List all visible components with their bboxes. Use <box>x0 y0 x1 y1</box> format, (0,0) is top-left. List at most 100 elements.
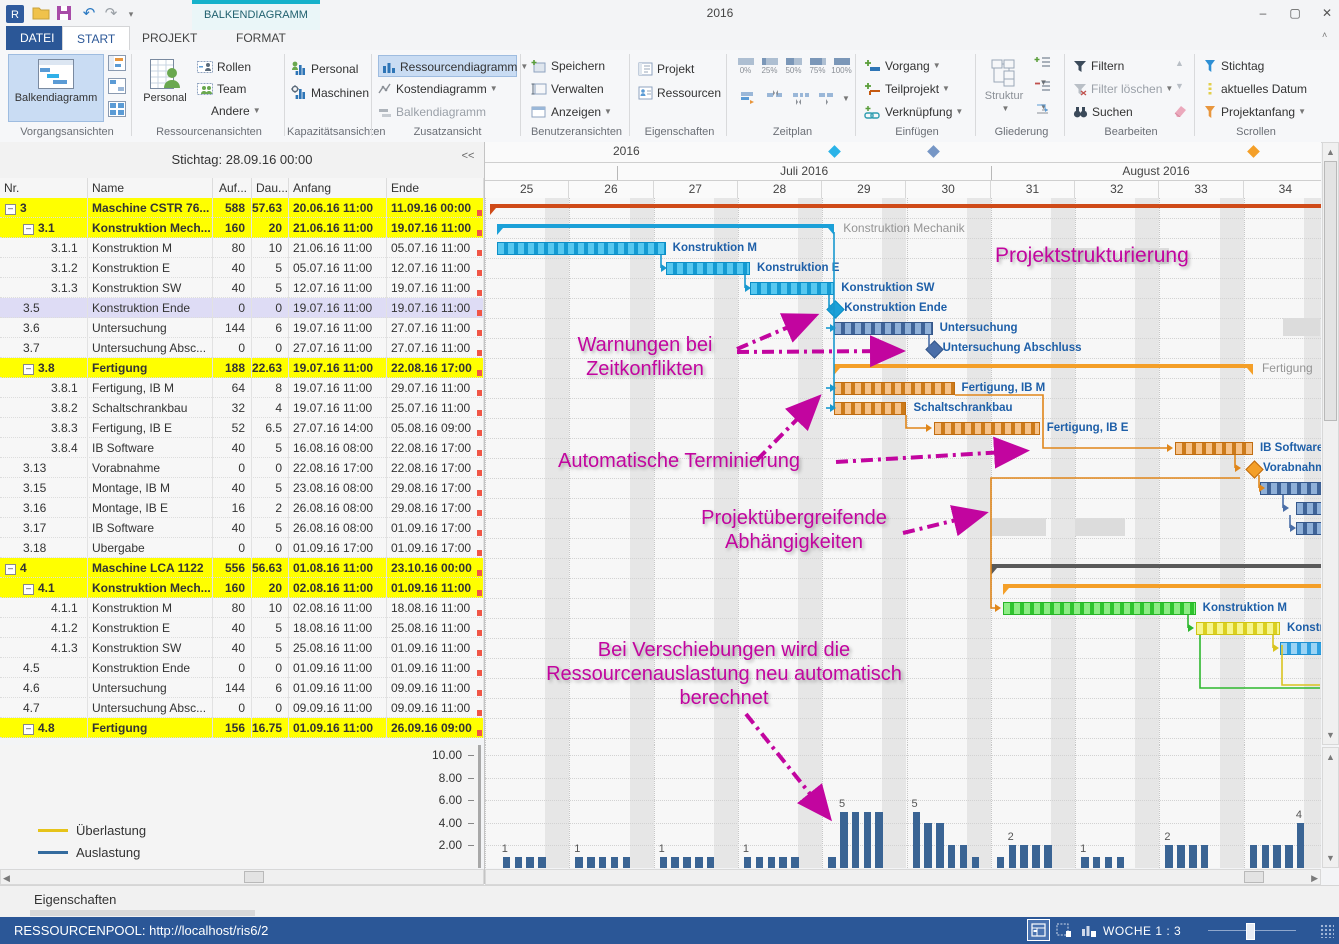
open-icon[interactable] <box>32 5 50 23</box>
split-task-2-icon[interactable] <box>763 88 787 110</box>
timeline-week-label[interactable]: 29 <box>822 181 906 198</box>
minimize-button[interactable]: – <box>1250 4 1276 22</box>
table-row[interactable]: 3.1.2Konstruktion E40505.07.16 11:0012.0… <box>0 258 484 278</box>
vscroll-thumb[interactable] <box>1324 161 1337 421</box>
split-task-3-icon[interactable] <box>789 88 813 110</box>
table-row[interactable]: 4.1.2Konstruktion E40518.08.16 11:0025.0… <box>0 618 484 638</box>
gantt-bar[interactable] <box>834 382 954 395</box>
chevron-down-icon[interactable]: ▼ <box>842 94 850 103</box>
table-row[interactable]: 3.17IB Software40526.08.16 08:0001.09.16… <box>0 518 484 538</box>
quick-access-more-icon[interactable]: ▾ <box>122 5 140 23</box>
table-row[interactable]: 3.13Vorabnahme0022.08.16 17:0022.08.16 1… <box>0 458 484 478</box>
gantt-milestone[interactable] <box>925 340 943 358</box>
collapse-box[interactable]: – <box>23 584 34 595</box>
scroll-down-icon[interactable]: ▼ <box>1326 851 1335 865</box>
gantt-bar[interactable] <box>750 282 834 295</box>
resize-grip[interactable] <box>1320 924 1334 938</box>
col-aufwand[interactable]: Auf... <box>213 178 252 198</box>
tab-projekt[interactable]: PROJEKT <box>128 26 211 50</box>
speichern-button[interactable]: Speichern <box>531 55 605 75</box>
ressourcen-button[interactable]: Ressourcen <box>638 82 721 102</box>
timeline-week-label[interactable]: 33 <box>1159 181 1243 198</box>
maschinen-kapazitaet-button[interactable]: Maschinen <box>291 82 369 102</box>
timeline-week-label[interactable]: 32 <box>1075 181 1159 198</box>
properties-tab[interactable]: Eigenschaften <box>34 892 116 907</box>
gantt-vscrollbar[interactable]: ▲ ▼ <box>1322 142 1339 745</box>
scroll-down-icon[interactable]: ▼ <box>1326 728 1335 742</box>
collapse-box[interactable]: – <box>23 364 34 375</box>
gantt-bar[interactable] <box>1196 622 1280 635</box>
gantt-bar[interactable] <box>497 242 666 255</box>
timeline-week-label[interactable]: 25 <box>485 181 569 198</box>
collapse-box[interactable]: – <box>23 724 34 735</box>
table-row[interactable]: –4.1Konstruktion Mech...1602002.08.16 11… <box>0 578 484 598</box>
ressourcendiagramm-button[interactable]: Ressourcendiagramm▼ <box>378 55 517 77</box>
table-row[interactable]: 3.16Montage, IB E16226.08.16 08:0029.08.… <box>0 498 484 518</box>
table-row[interactable]: 3.1.3Konstruktion SW40512.07.16 11:0019.… <box>0 278 484 298</box>
gantt-bar[interactable] <box>1175 442 1253 455</box>
collapse-box[interactable]: – <box>23 224 34 235</box>
filtern-button[interactable]: Filtern <box>1073 55 1124 75</box>
gantt-bar[interactable] <box>666 262 750 275</box>
gantt-bar[interactable] <box>1280 642 1321 655</box>
histogram-vscrollbar[interactable]: ▲ ▼ <box>1322 747 1339 868</box>
timeline-week-label[interactable]: 28 <box>738 181 822 198</box>
table-row[interactable]: –3.1Konstruktion Mech...1602021.06.16 11… <box>0 218 484 238</box>
flow-arrow-icon[interactable] <box>1030 102 1054 124</box>
timeline-week-label[interactable]: 34 <box>1244 181 1328 198</box>
gantt-summary-bar[interactable] <box>991 564 1321 568</box>
anzeigen-button[interactable]: Anzeigen▼ <box>531 101 612 121</box>
progress-0pct-button[interactable]: 0% <box>734 56 757 82</box>
suchen-button[interactable]: Suchen <box>1073 101 1133 121</box>
rollen-button[interactable]: Rollen <box>197 56 251 76</box>
view-mode-2-button[interactable] <box>1053 920 1074 940</box>
scroll-up-icon[interactable]: ▲ <box>1326 750 1335 764</box>
progress-25pct-button[interactable]: 25% <box>758 56 781 82</box>
eraser-icon[interactable] <box>1171 102 1187 122</box>
tab-datei[interactable]: DATEI <box>6 26 68 50</box>
table-row[interactable]: –3.8Fertigung18822.6319.07.16 11:0022.08… <box>0 358 484 378</box>
aktuelles-datum-button[interactable]: aktuelles Datum <box>1203 78 1307 98</box>
gantt-bar[interactable] <box>1296 522 1321 535</box>
table-row[interactable]: 4.1.1Konstruktion M801002.08.16 11:0018.… <box>0 598 484 618</box>
table-hscrollbar[interactable]: ◀ <box>0 869 484 885</box>
progress-100pct-button[interactable]: 100% <box>830 56 853 82</box>
balkendiagramm-view-button[interactable]: Balkendiagramm <box>8 54 104 122</box>
gantt-summary-bar[interactable] <box>497 224 834 228</box>
timeline-week-label[interactable]: 30 <box>907 181 991 198</box>
table-row[interactable]: –3Maschine CSTR 76...58857.6320.06.16 11… <box>0 198 484 218</box>
col-ende[interactable]: Ende <box>387 178 484 198</box>
table-row[interactable]: –4Maschine LCA 112255656.6301.08.16 11:0… <box>0 558 484 578</box>
table-row[interactable]: 3.7Untersuchung Absc...0027.07.16 11:002… <box>0 338 484 358</box>
projektanfang-button[interactable]: Projektanfang▼ <box>1203 101 1306 121</box>
hscroll-thumb[interactable] <box>244 871 264 883</box>
triangle-down-icon[interactable]: ▼ <box>1175 81 1184 91</box>
collapse-table-button[interactable]: << <box>458 150 478 168</box>
hscroll-thumb[interactable] <box>1244 871 1264 883</box>
kostendiagramm-button[interactable]: Kostendiagramm▼ <box>378 78 498 98</box>
table-row[interactable]: 3.6Untersuchung144619.07.16 11:0027.07.1… <box>0 318 484 338</box>
table-row[interactable]: 3.8.2Schaltschrankbau32419.07.16 11:0025… <box>0 398 484 418</box>
view-mode-3-button[interactable] <box>1078 920 1099 940</box>
gantt-summary-bar[interactable] <box>1003 584 1321 588</box>
gantt-summary-bar[interactable] <box>490 204 1321 208</box>
undo-icon[interactable]: ↶ <box>80 5 98 23</box>
table-row[interactable]: 3.8.3Fertigung, IB E526.527.07.16 14:000… <box>0 418 484 438</box>
view-mode-1-button[interactable] <box>1028 920 1049 940</box>
personal-kapazitaet-button[interactable]: Personal <box>291 58 358 78</box>
split-task-1-icon[interactable] <box>737 88 761 110</box>
personal-view-button[interactable]: Personal <box>137 54 193 122</box>
andere-button[interactable]: Andere▼ <box>211 100 261 120</box>
table-row[interactable]: 3.5Konstruktion Ende0019.07.16 11:0019.0… <box>0 298 484 318</box>
col-dauer[interactable]: Dau... <box>252 178 289 198</box>
gantt-bar[interactable] <box>1003 602 1196 615</box>
maximize-button[interactable]: ▢ <box>1282 4 1308 22</box>
table-row[interactable]: 3.1.1Konstruktion M801021.06.16 11:0005.… <box>0 238 484 258</box>
table-row[interactable]: 4.5Konstruktion Ende0001.09.16 11:0001.0… <box>0 658 484 678</box>
table-row[interactable]: 3.8.1Fertigung, IB M64819.07.16 11:0029.… <box>0 378 484 398</box>
gantt-bar[interactable] <box>1296 502 1321 515</box>
scroll-right-icon[interactable]: ▶ <box>1311 871 1318 885</box>
triangle-up-icon[interactable]: ▲ <box>1175 58 1184 68</box>
collapse-box[interactable]: – <box>5 204 16 215</box>
progress-75pct-button[interactable]: 75% <box>806 56 829 82</box>
